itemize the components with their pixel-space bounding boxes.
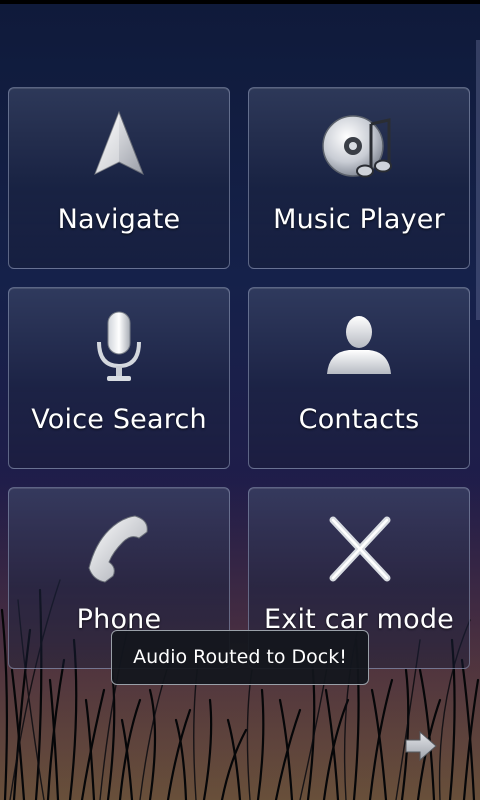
navigate-label: Navigate xyxy=(57,204,181,235)
navigate-arrow-icon xyxy=(94,110,144,176)
next-page-arrow-icon[interactable] xyxy=(404,730,438,762)
microphone-icon xyxy=(97,311,141,381)
phone-handset-icon xyxy=(88,515,148,583)
voice-search-button[interactable]: Voice Search xyxy=(8,287,230,469)
contacts-label: Contacts xyxy=(298,404,420,435)
status-bar xyxy=(0,0,480,4)
person-icon xyxy=(327,316,391,374)
close-x-icon xyxy=(329,516,391,582)
contacts-button[interactable]: Contacts xyxy=(248,287,470,469)
navigate-button[interactable]: Navigate xyxy=(8,87,230,269)
voice-search-label: Voice Search xyxy=(31,404,207,435)
music-player-label: Music Player xyxy=(273,204,445,235)
music-cd-icon xyxy=(322,115,392,178)
audio-routed-toast: Audio Routed to Dock! xyxy=(111,630,369,685)
scroll-indicator xyxy=(476,40,480,320)
music-player-button[interactable]: Music Player xyxy=(248,87,470,269)
